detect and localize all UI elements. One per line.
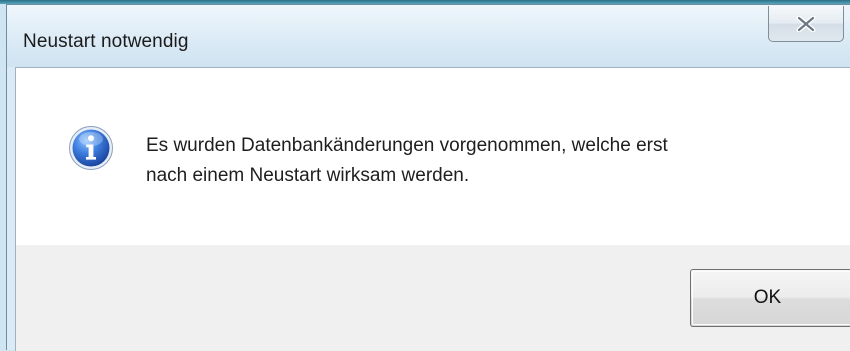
dialog-client-area: Es wurden Datenbankänderungen vorgenomme… xyxy=(15,67,850,351)
close-button[interactable] xyxy=(768,6,844,42)
ok-button-label: OK xyxy=(753,287,782,308)
close-x-icon xyxy=(796,15,816,32)
ok-button[interactable]: OK xyxy=(690,269,850,327)
restart-required-dialog: Neustart notwendig Es wurden Datenbankän… xyxy=(6,4,850,351)
title-bar[interactable]: Neustart notwendig xyxy=(7,5,850,67)
information-icon xyxy=(69,126,113,170)
message-area: Es wurden Datenbankänderungen vorgenomme… xyxy=(16,68,850,245)
window-title: Neustart notwendig xyxy=(23,31,189,52)
message-text: Es wurden Datenbankänderungen vorgenomme… xyxy=(146,135,668,186)
